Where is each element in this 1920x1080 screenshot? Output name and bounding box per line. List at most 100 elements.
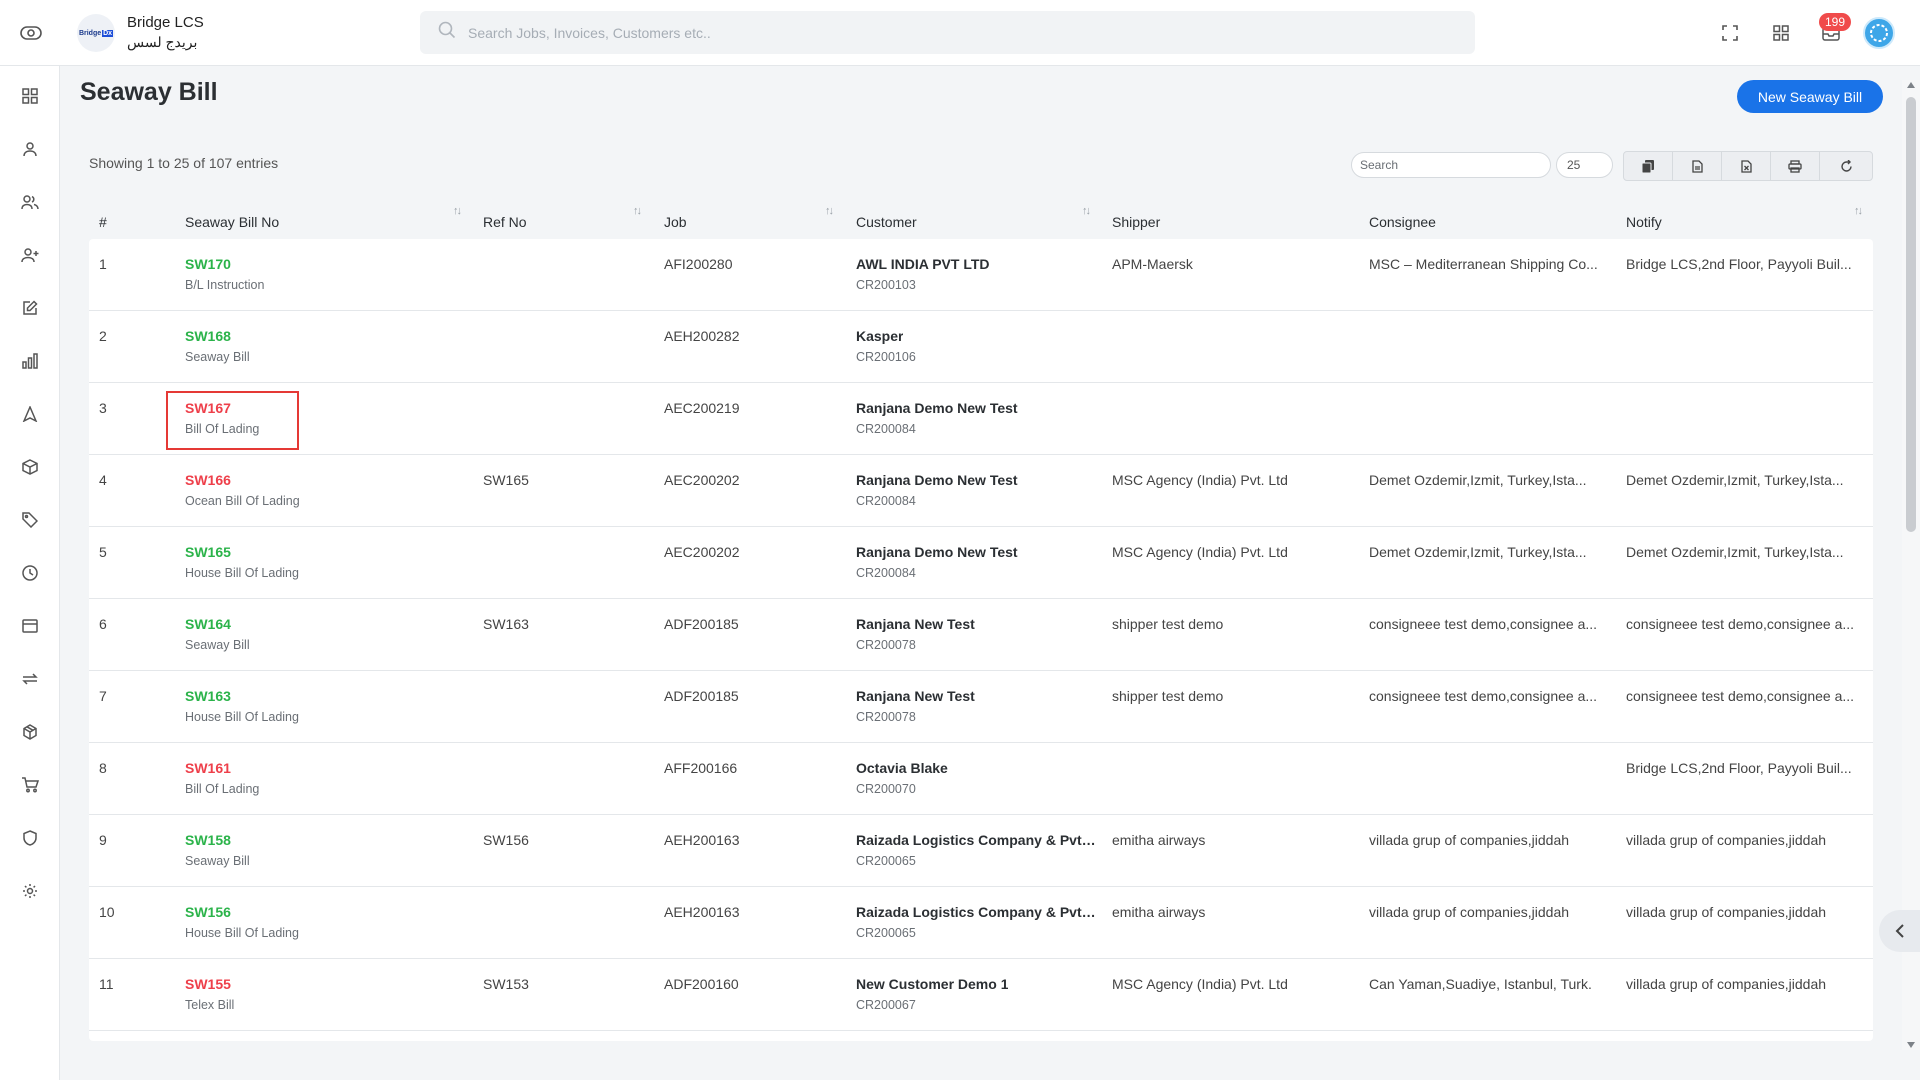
column-header-job[interactable]: Job [664,205,687,239]
add-user-icon[interactable] [17,242,43,268]
job-no: ADF200160 [664,976,739,992]
clock-icon[interactable] [17,560,43,586]
scroll-thumb[interactable] [1906,97,1916,532]
job-no: AFI200280 [664,256,733,272]
page-size-select[interactable]: 25 [1556,152,1613,178]
bill-no-link[interactable]: SW164 [185,616,231,632]
new-seaway-bill-button[interactable]: New Seaway Bill [1737,80,1883,113]
global-search[interactable] [420,11,1475,54]
fullscreen-icon[interactable] [1717,20,1743,46]
customer-name: Raizada Logistics Company & Pvt ... [856,904,1096,920]
notify: consigneee test demo,consignee a... [1626,688,1855,704]
shipper: MSC Agency (India) Pvt. Ltd [1112,544,1288,560]
table-row[interactable]: 2 SW168 Seaway Bill AEH200282 Kasper CR200106 [89,311,1873,383]
sort-icon[interactable]: ↑↓ [825,205,834,217]
navigation-icon[interactable] [17,401,43,427]
column-header-customer[interactable]: Customer [856,205,917,239]
bill-no-link[interactable]: SW165 [185,544,231,560]
scroll-down-icon[interactable] [1907,1042,1915,1048]
brand[interactable]: Bridge Dx Bridge LCS بريدج لسس [77,14,204,52]
export-toolbar [1623,151,1873,181]
shipper: shipper test demo [1112,616,1224,632]
users-icon[interactable] [17,189,43,215]
table-row[interactable]: 10 SW156 House Bill Of Lading AEH200163 Raiz… [89,887,1873,959]
entries-info: Showing 1 to 25 of 107 entries [89,155,279,171]
row-number: 1 [99,256,107,272]
dashboard-icon[interactable] [17,83,43,109]
column-header-consignee[interactable]: Consignee [1369,205,1436,239]
bill-no-link[interactable]: SW168 [185,328,231,344]
table-row[interactable]: 5 SW165 House Bill Of Lading AEC200202 Ranja… [89,527,1873,599]
customer-code: CR200084 [856,566,916,580]
apps-grid-icon[interactable] [1768,20,1794,46]
card-icon[interactable] [17,613,43,639]
cart-icon[interactable] [17,772,43,798]
sort-icon[interactable]: ↑↓ [1854,205,1863,217]
user-icon[interactable] [17,136,43,162]
top-bar: BridgeDx Bridge LCS بريدج لسس 199 [0,0,1920,66]
bill-no-link[interactable]: SW156 [185,904,231,920]
shipper: emitha airways [1112,904,1206,920]
bill-no-link[interactable]: SW170 [185,256,231,272]
column-header-ref-no[interactable]: Ref No [483,205,527,239]
bill-type: House Bill Of Lading [185,710,299,724]
sidebar [0,66,60,1080]
bill-type: B/L Instruction [185,278,265,292]
table-row[interactable]: 4 SW166 Ocean Bill Of Lading SW165 AEC200202… [89,455,1873,527]
edit-icon[interactable] [17,295,43,321]
sort-icon[interactable]: ↑↓ [453,205,462,217]
customer-code: CR200103 [856,278,916,292]
column-header-shipper[interactable]: Shipper [1112,205,1160,239]
table-row[interactable]: 9 SW158 Seaway Bill SW156 AEH200163 Raizada L… [89,815,1873,887]
bill-no-link[interactable]: SW163 [185,688,231,704]
sort-icon[interactable]: ↑↓ [633,205,642,217]
table-row[interactable]: 1 SW170 B/L Instruction AFI200280 AWL INDIA … [89,239,1873,311]
customer-name: Octavia Blake [856,760,948,776]
customer-code: CR200067 [856,998,916,1012]
scrollbar[interactable] [1902,80,1920,1050]
row-number: 7 [99,688,107,704]
print-icon[interactable] [1771,152,1820,180]
customer-code: CR200065 [856,854,916,868]
table-row[interactable]: 8 SW161 Bill Of Lading AFF200166 Octavia Bla… [89,743,1873,815]
avatar[interactable] [1863,17,1895,49]
table-search-input[interactable] [1351,152,1551,178]
global-search-input[interactable] [468,24,1368,41]
chart-icon[interactable] [17,348,43,374]
customer-code: CR200084 [856,422,916,436]
consignee: consigneee test demo,consignee a... [1369,616,1598,632]
notify: villada grup of companies,jiddah [1626,976,1827,992]
bill-no-link[interactable]: SW158 [185,832,231,848]
customer-code: CR200078 [856,710,916,724]
scroll-up-icon[interactable] [1907,82,1915,88]
column-header-notify[interactable]: Notify [1626,205,1662,239]
transfer-icon[interactable] [17,666,43,692]
app-name-arabic: بريدج لسس [127,34,198,50]
notify: villada grup of companies,jiddah [1626,904,1827,920]
bill-no-link[interactable]: SW161 [185,760,231,776]
bill-no-link[interactable]: SW155 [185,976,231,992]
refresh-icon[interactable] [1820,152,1872,180]
eye-toggle-icon[interactable] [18,20,44,46]
table-row[interactable]: 6 SW164 Seaway Bill SW163 ADF200185 Ranjana N… [89,599,1873,671]
table-row[interactable]: 3 SW167 Bill Of Lading AEC200219 Ranjana Dem… [89,383,1873,455]
box-icon[interactable] [17,454,43,480]
tag-icon[interactable] [17,507,43,533]
gear-icon[interactable] [17,878,43,904]
csv-icon[interactable] [1673,152,1722,180]
column-header-bill-no[interactable]: Seaway Bill No [185,205,279,239]
panel-toggle-button[interactable] [1879,910,1920,952]
shipper: MSC Agency (India) Pvt. Ltd [1112,976,1288,992]
row-number: 3 [99,400,107,416]
table-row[interactable]: 7 SW163 House Bill Of Lading ADF200185 Ranja… [89,671,1873,743]
sort-icon[interactable]: ↑↓ [1082,205,1091,217]
notify: Bridge LCS,2nd Floor, Payyoli Buil... [1626,256,1852,272]
excel-icon[interactable] [1722,152,1771,180]
table-row[interactable]: 11 SW155 Telex Bill SW153 ADF200160 New Custo… [89,959,1873,1031]
row-number: 9 [99,832,107,848]
cube-icon[interactable] [17,719,43,745]
ref-no: SW165 [483,472,529,488]
copy-icon[interactable] [1624,152,1673,180]
bill-no-link[interactable]: SW166 [185,472,231,488]
shield-icon[interactable] [17,825,43,851]
